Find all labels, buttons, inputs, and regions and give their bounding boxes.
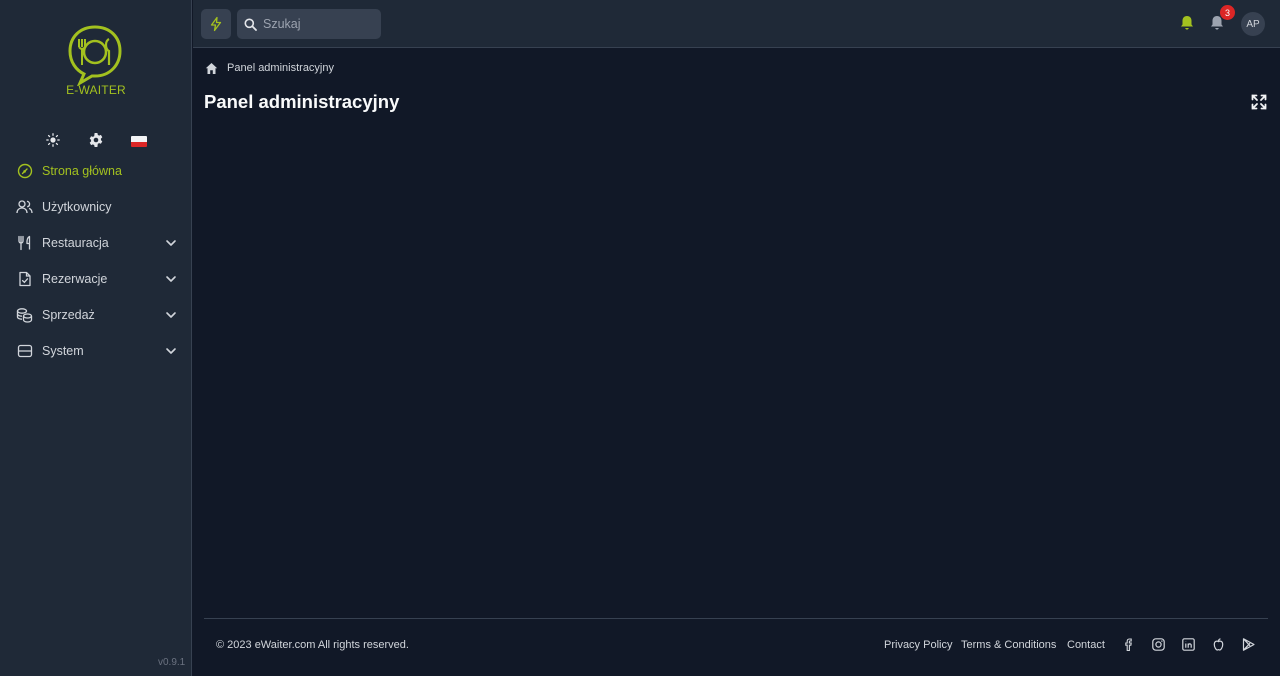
- search-box[interactable]: [237, 9, 381, 39]
- avatar[interactable]: AP: [1241, 12, 1265, 36]
- terms-link[interactable]: Terms & Conditions: [961, 639, 1056, 651]
- breadcrumb-current[interactable]: Panel administracyjny: [227, 62, 334, 74]
- apple-icon[interactable]: [1211, 637, 1226, 652]
- logo-text: E-WAITER: [66, 83, 126, 97]
- quick-actions-button[interactable]: [201, 9, 231, 39]
- poland-flag-icon[interactable]: [131, 136, 147, 147]
- footer-copyright: © 2023 eWaiter.com All rights reserved.: [216, 639, 409, 651]
- users-icon: [16, 199, 33, 216]
- topbar: 3 AP: [193, 0, 1280, 48]
- notification-badge: 3: [1220, 5, 1235, 20]
- sidebar-nav: Strona główna Użytkownicy Restauracja Re…: [0, 153, 192, 369]
- fullscreen-icon[interactable]: [1251, 94, 1267, 110]
- home-icon[interactable]: [205, 62, 218, 75]
- lightning-icon: [210, 16, 222, 32]
- utensils-icon: [16, 235, 33, 252]
- dashboard-icon: [16, 163, 33, 180]
- chevron-down-icon[interactable]: [164, 272, 178, 286]
- sidebar-item-label: Restauracja: [42, 236, 109, 250]
- contact-link[interactable]: Contact: [1067, 639, 1105, 651]
- quick-settings: [0, 131, 192, 151]
- google-play-icon[interactable]: [1241, 637, 1256, 652]
- sidebar-item-label: System: [42, 344, 84, 358]
- breadcrumb: Panel administracyjny: [205, 60, 334, 76]
- document-check-icon: [16, 271, 33, 288]
- sidebar-item-label: Sprzedaż: [42, 308, 95, 322]
- instagram-icon[interactable]: [1151, 637, 1166, 652]
- sidebar-item-users[interactable]: Użytkownicy: [0, 189, 192, 225]
- footer-divider: [204, 618, 1268, 619]
- bell-icon[interactable]: [1178, 14, 1196, 32]
- sun-icon[interactable]: [44, 131, 62, 149]
- search-icon: [244, 18, 257, 31]
- sidebar-item-system[interactable]: System: [0, 333, 192, 369]
- sidebar: E-WAITER Strona główna Użytkownicy Resta: [0, 0, 192, 676]
- linkedin-icon[interactable]: [1181, 637, 1196, 652]
- search-input[interactable]: [263, 17, 373, 31]
- page-title: Panel administracyjny: [204, 91, 400, 112]
- chevron-down-icon[interactable]: [164, 308, 178, 322]
- sidebar-item-label: Strona główna: [42, 164, 122, 178]
- chevron-down-icon[interactable]: [164, 236, 178, 250]
- gear-icon[interactable]: [87, 131, 105, 149]
- app-version: v0.9.1: [158, 657, 186, 668]
- sidebar-item-sales[interactable]: Sprzedaż: [0, 297, 192, 333]
- facebook-icon[interactable]: [1121, 637, 1136, 652]
- sidebar-item-label: Rezerwacje: [42, 272, 108, 286]
- chevron-down-icon[interactable]: [164, 344, 178, 358]
- sidebar-item-home[interactable]: Strona główna: [0, 153, 192, 189]
- privacy-policy-link[interactable]: Privacy Policy: [884, 639, 952, 651]
- sidebar-item-restaurant[interactable]: Restauracja: [0, 225, 192, 261]
- coins-icon: [16, 307, 33, 324]
- sidebar-item-label: Użytkownicy: [42, 200, 112, 214]
- server-icon: [16, 343, 33, 360]
- sidebar-item-reservations[interactable]: Rezerwacje: [0, 261, 192, 297]
